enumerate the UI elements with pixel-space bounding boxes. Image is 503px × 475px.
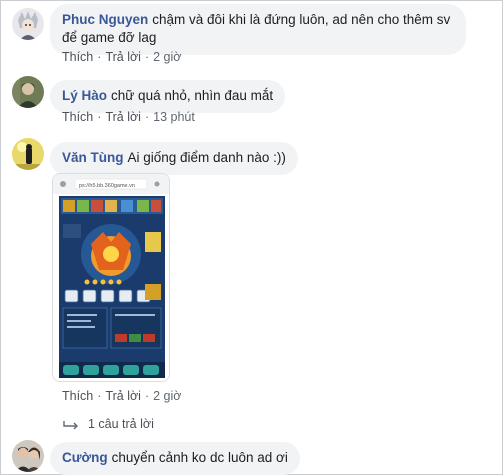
like-link[interactable]: Thích	[62, 110, 93, 124]
comment-actions: Thích · Trả lời · 13 phút	[62, 110, 195, 124]
comment-bubble: Lý Hào chữ quá nhỏ, nhìn đau mắt	[50, 80, 286, 113]
separator: ·	[144, 110, 150, 124]
comment-actions: Thích · Trả lời · 2 giờ	[62, 50, 181, 64]
replies-count: 1 câu trả lời	[88, 417, 154, 431]
comment-author[interactable]: Lý Hào	[62, 88, 107, 103]
avatar[interactable]	[12, 8, 44, 40]
comment-time[interactable]: 13 phút	[153, 110, 195, 124]
comment-text: chuyển cảnh ko dc luôn ad ơi	[111, 450, 288, 465]
comment-bubble: Phuc Nguyen chậm và đôi khi là đứng luôn,…	[50, 4, 466, 55]
comment-actions: Thích · Trả lời · 2 giờ	[62, 389, 181, 403]
view-replies-link[interactable]: 1 câu trả lời	[62, 417, 154, 431]
comment-bubble: Cường chuyển cảnh ko dc luôn ad ơi	[50, 442, 300, 475]
comment-time[interactable]: 2 giờ	[153, 389, 181, 403]
attached-image[interactable]: ps://h5.bb.360game.vn	[52, 173, 170, 382]
comment-text: Ai giống điểm danh nào :))	[127, 150, 286, 165]
separator: ·	[97, 50, 102, 64]
separator: ·	[144, 389, 150, 403]
avatar[interactable]	[12, 76, 44, 108]
comment-author[interactable]: Cường	[62, 450, 108, 465]
reply-link[interactable]: Trả lời	[105, 110, 141, 124]
comment-author[interactable]: Phuc Nguyen	[62, 12, 148, 27]
reply-arrow-icon	[63, 420, 78, 430]
separator: ·	[144, 50, 150, 64]
separator: ·	[97, 389, 102, 403]
like-link[interactable]: Thích	[62, 389, 93, 403]
avatar[interactable]	[12, 138, 44, 170]
comment-author[interactable]: Văn Tùng	[62, 150, 124, 165]
reply-link[interactable]: Trả lời	[105, 50, 141, 64]
separator: ·	[97, 110, 102, 124]
comment-text: chữ quá nhỏ, nhìn đau mắt	[111, 88, 274, 103]
browser-url: ps://h5.bb.360game.vn	[79, 183, 135, 189]
comment-bubble: Văn Tùng Ai giống điểm danh nào :))	[50, 142, 298, 175]
comment-time[interactable]: 2 giờ	[153, 50, 181, 64]
avatar[interactable]	[12, 440, 44, 472]
like-link[interactable]: Thích	[62, 50, 93, 64]
reply-link[interactable]: Trả lời	[105, 389, 141, 403]
